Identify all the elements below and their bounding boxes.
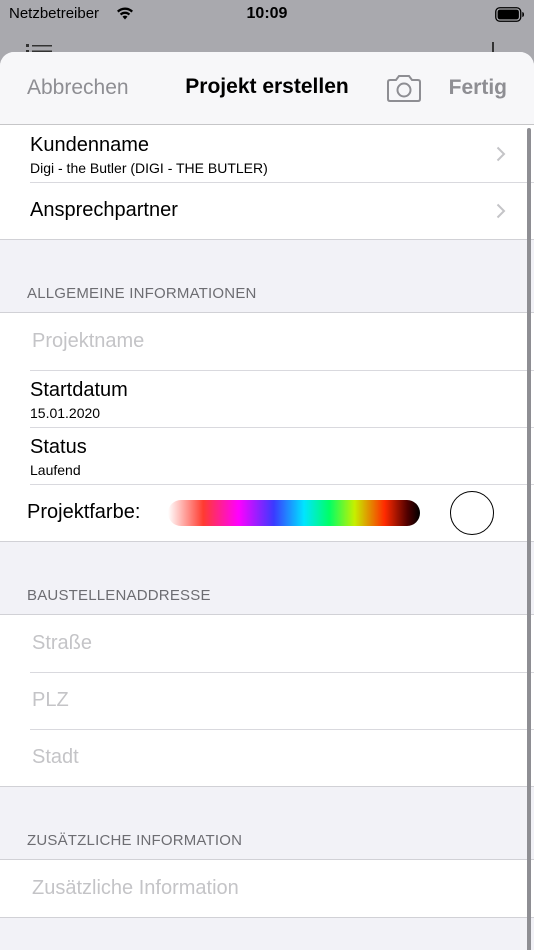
- status-title: Status: [30, 436, 87, 458]
- site-address-group: Straße PLZ Stadt: [0, 614, 534, 787]
- customer-group: Kundenname Digi - the Butler (DIGI - THE…: [0, 125, 534, 240]
- zip-field[interactable]: PLZ: [0, 672, 534, 729]
- project-color-label: Projektfarbe:: [27, 501, 141, 523]
- city-field[interactable]: Stadt: [0, 729, 534, 786]
- additional-header-label: ZUSÄTZLICHE INFORMATION: [27, 832, 243, 849]
- camera-icon[interactable]: [386, 73, 422, 103]
- customer-name-row[interactable]: Kundenname Digi - the Butler (DIGI - THE…: [0, 125, 534, 182]
- form-content: Kundenname Digi - the Butler (DIGI - THE…: [0, 125, 534, 918]
- battery-icon: [495, 7, 524, 22]
- project-name-placeholder: Projektname: [32, 330, 145, 352]
- section-header-additional: ZUSÄTZLICHE INFORMATION: [0, 787, 534, 859]
- color-slider[interactable]: [168, 500, 420, 526]
- additional-group: Zusätzliche Information: [0, 859, 534, 918]
- start-date-row[interactable]: Startdatum 15.01.2020: [0, 370, 534, 427]
- list-icon: [26, 44, 52, 52]
- additional-info-placeholder: Zusätzliche Information: [32, 877, 239, 899]
- background-divider: [492, 42, 494, 52]
- customer-name-title: Kundenname: [30, 134, 149, 156]
- start-date-value: 15.01.2020: [30, 405, 101, 421]
- chevron-right-icon: [496, 146, 506, 162]
- section-header-general: ALLGEMEINE INFORMATIONEN: [0, 240, 534, 312]
- general-group: Projektname Startdatum 15.01.2020 Status…: [0, 312, 534, 542]
- project-color-row: Projektfarbe:: [0, 484, 534, 541]
- additional-info-field[interactable]: Zusätzliche Information: [0, 860, 534, 917]
- status-row[interactable]: Status Laufend: [0, 427, 534, 484]
- status-bar: Netzbetreiber 10:09: [0, 0, 534, 30]
- zip-placeholder: PLZ: [32, 689, 69, 711]
- done-button[interactable]: Fertig: [449, 76, 507, 100]
- section-header-site-address: BAUSTELLENADDRESSE: [0, 542, 534, 614]
- customer-name-value: Digi - the Butler (DIGI - THE BUTLER): [30, 160, 268, 176]
- site-address-header-label: BAUSTELLENADDRESSE: [27, 587, 211, 604]
- create-project-sheet: Abbrechen Projekt erstellen Fertig Kunde…: [0, 52, 534, 950]
- navigation-bar: Abbrechen Projekt erstellen Fertig: [0, 52, 534, 125]
- chevron-right-icon: [496, 203, 506, 219]
- selected-color-swatch[interactable]: [450, 491, 494, 535]
- city-placeholder: Stadt: [32, 746, 79, 768]
- contact-person-row[interactable]: Ansprechpartner: [0, 182, 534, 239]
- scrollbar[interactable]: [527, 128, 531, 950]
- status-value: Laufend: [30, 462, 81, 478]
- street-placeholder: Straße: [32, 632, 93, 654]
- clock: 10:09: [246, 5, 288, 22]
- start-date-title: Startdatum: [30, 379, 128, 401]
- project-name-field[interactable]: Projektname: [0, 313, 534, 370]
- street-field[interactable]: Straße: [0, 615, 534, 672]
- contact-person-title: Ansprechpartner: [30, 199, 178, 221]
- general-header-label: ALLGEMEINE INFORMATIONEN: [27, 285, 257, 302]
